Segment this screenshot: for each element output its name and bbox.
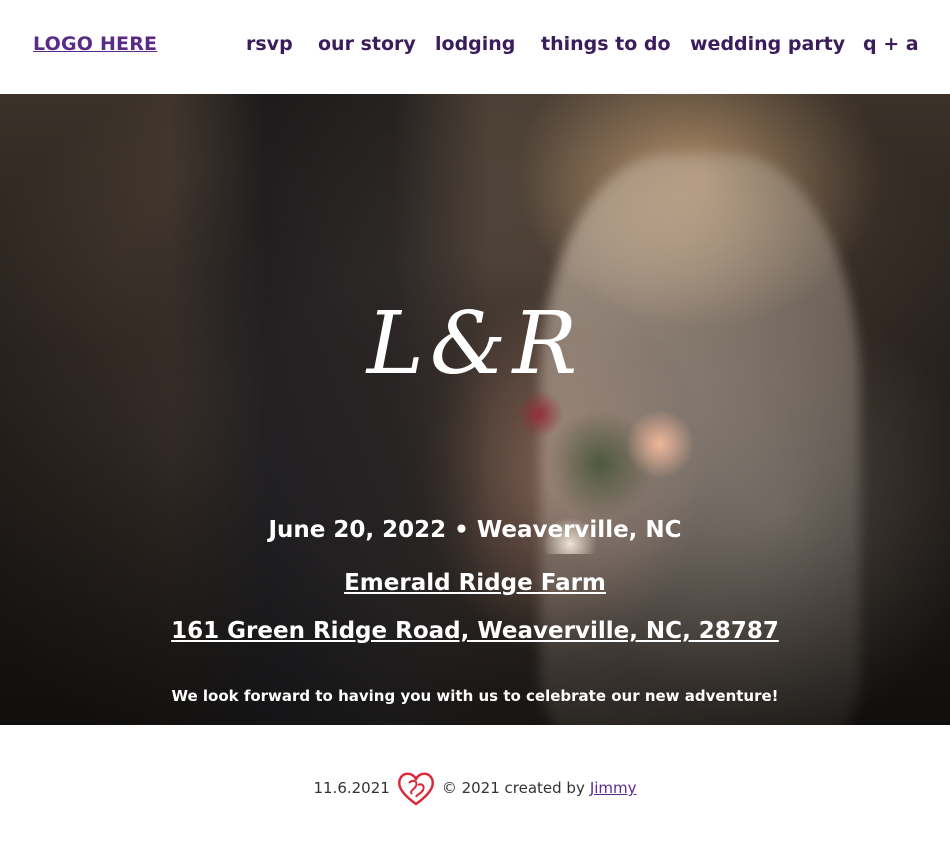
hero-tagline: We look forward to having you with us to…	[171, 687, 779, 705]
address-link[interactable]: 161 Green Ridge Road, Weaverville, NC, 2…	[171, 618, 779, 644]
venue-link[interactable]: Emerald Ridge Farm	[344, 570, 606, 596]
site-header: LOGO HERE rsvp our story lodging things …	[0, 0, 950, 94]
footer-credit: © 2021 created by	[441, 779, 585, 797]
footer-credit-line: 11.6.2021 © 2021 created by Jimmy	[0, 769, 950, 807]
nav-wedding-party[interactable]: wedding party	[690, 33, 845, 55]
venue-line: Emerald Ridge Farm	[0, 570, 950, 596]
hero-banner: L&R June 20, 2022 • Weaverville, NC Emer…	[0, 94, 950, 725]
couple-monogram: L&R	[366, 294, 584, 394]
address-line: 161 Green Ridge Road, Weaverville, NC, 2…	[0, 618, 950, 644]
heart-monogram-icon	[396, 769, 436, 807]
nav-q-and-a[interactable]: q + a	[863, 33, 919, 55]
main-nav: rsvp our story lodging things to do wedd…	[0, 33, 950, 63]
nav-things-to-do[interactable]: things to do	[541, 33, 671, 55]
event-date-location: June 20, 2022 • Weaverville, NC	[268, 517, 682, 543]
nav-our-story[interactable]: our story	[318, 33, 416, 55]
footer-date: 11.6.2021	[313, 779, 390, 797]
footer-author-link[interactable]: Jimmy	[590, 779, 637, 797]
site-footer: 11.6.2021 © 2021 created by Jimmy	[0, 725, 950, 849]
nav-rsvp[interactable]: rsvp	[246, 33, 293, 55]
nav-lodging[interactable]: lodging	[435, 33, 515, 55]
